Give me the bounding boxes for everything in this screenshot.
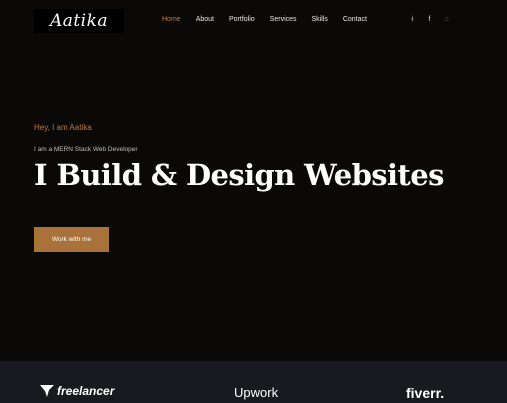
- hero-title: I Build & Design Websites: [34, 158, 444, 192]
- main-nav: Home About Portfolio Services Skills Con…: [162, 15, 382, 25]
- freelancer-logo[interactable]: freelancer: [40, 384, 114, 398]
- hero-subtitle: I am a MERN Stack Web Developer: [34, 146, 138, 153]
- nav-skills[interactable]: Skills: [312, 15, 328, 25]
- nav-home[interactable]: Home: [162, 15, 181, 25]
- social-links: ᚼ f ◌: [409, 15, 450, 25]
- freelancer-bird-icon: [40, 385, 54, 397]
- github-icon[interactable]: ᚼ: [409, 15, 416, 25]
- nav-services[interactable]: Services: [270, 15, 297, 25]
- upwork-logo[interactable]: Upwork: [234, 385, 278, 400]
- work-with-me-button[interactable]: Work with me: [34, 227, 109, 252]
- chat-icon[interactable]: ◌: [443, 15, 450, 25]
- site-logo[interactable]: Aatika: [34, 9, 124, 33]
- fiverr-logo[interactable]: fiverr.: [406, 385, 444, 401]
- nav-portfolio[interactable]: Portfolio: [229, 15, 255, 25]
- upwork-wordmark: Upwork: [234, 385, 279, 400]
- hero-greeting: Hey, I am Aatika: [34, 123, 92, 132]
- facebook-icon[interactable]: f: [426, 15, 433, 25]
- freelancer-wordmark: freelancer: [57, 384, 115, 398]
- nav-contact[interactable]: Contact: [343, 15, 367, 25]
- fiverr-wordmark: fiverr.: [406, 385, 445, 401]
- nav-about[interactable]: About: [196, 15, 214, 25]
